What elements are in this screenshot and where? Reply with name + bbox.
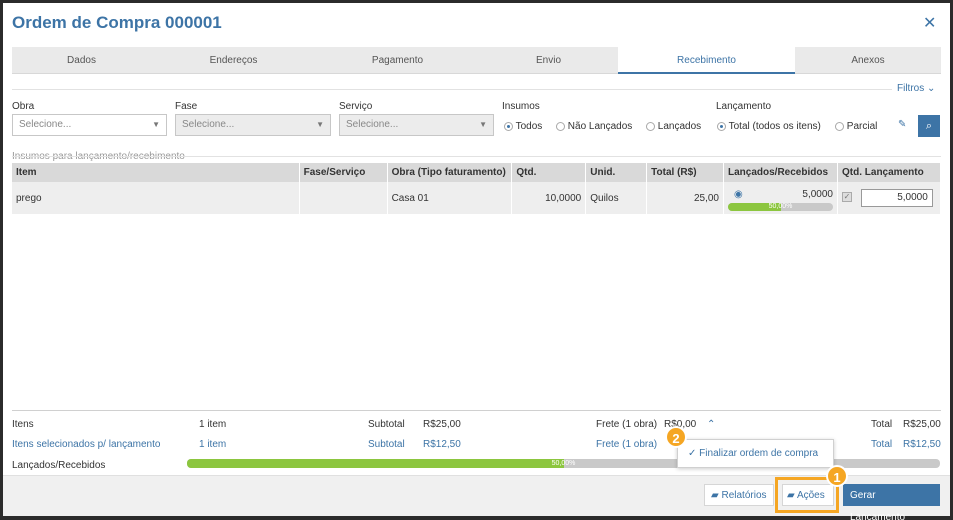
dialog-title: Ordem de Compra 000001	[12, 13, 222, 32]
tab-anexos[interactable]: Anexos	[795, 47, 941, 74]
menu-item-finalizar[interactable]: ✓ Finalizar ordem de compra	[688, 440, 823, 467]
insumos-todos-radio[interactable]: Todos	[504, 121, 542, 132]
check-icon: ✓	[688, 448, 697, 459]
tab-enderecos[interactable]: Endereços	[151, 47, 316, 74]
cell-item: prego	[12, 182, 300, 214]
obra-select[interactable]: Selecione... ▼	[12, 114, 167, 136]
sel-subtotal-value: R$12,50	[423, 439, 461, 450]
lancados-value: 5,0000	[802, 188, 833, 200]
sel-total-value: R$12,50	[903, 439, 941, 450]
tab-pagamento[interactable]: Pagamento	[316, 47, 479, 74]
chevron-up-icon[interactable]: ⌃	[707, 419, 715, 430]
servico-label: Serviço	[339, 101, 373, 112]
annotation-badge-1: 1	[826, 465, 848, 487]
insumos-nao-lancados-radio[interactable]: Não Lançados	[556, 121, 632, 132]
actions-menu: ✓ Finalizar ordem de compra	[677, 439, 834, 468]
lancados-label: Lançados/Recebidos	[12, 460, 106, 471]
sel-frete-label: Frete (1 obra)	[596, 439, 658, 450]
col-lancados[interactable]: Lançados/Recebidos	[723, 163, 838, 182]
tab-bar: Dados Endereços Pagamento Envio Recebime…	[12, 47, 941, 74]
col-total[interactable]: Total (R$)	[646, 163, 724, 182]
sel-itens: 1 item	[199, 439, 227, 450]
cell-total: 25,00	[646, 182, 724, 214]
filters-toggle[interactable]: Filtros ⌄	[897, 83, 935, 94]
close-icon[interactable]: ✕	[923, 13, 936, 33]
gerar-lancamento-button[interactable]: Gerar Lançamento	[843, 484, 940, 520]
frete-label: Frete (1 obra)	[596, 419, 658, 430]
caret-down-icon: ▼	[479, 120, 487, 129]
subtotal-value: R$25,00	[423, 419, 461, 430]
cell-unid: Quilos	[585, 182, 648, 214]
summary-divider	[12, 410, 941, 411]
tab-recebimento[interactable]: Recebimento	[618, 47, 795, 74]
table-row[interactable]: prego Casa 01 10,0000 Quilos 25,00 ◉ 5,0…	[12, 182, 941, 214]
total-value: R$25,00	[903, 419, 941, 430]
cell-fase	[299, 182, 388, 214]
caret-down-icon: ▼	[152, 120, 160, 129]
search-button[interactable]: ⌕	[918, 115, 940, 137]
sel-label: Itens selecionados p/ lançamento	[12, 439, 161, 450]
subtotal-label: Subtotal	[368, 419, 405, 430]
itens-value: 1 item	[199, 419, 227, 430]
clear-filters-icon[interactable]: ✎	[898, 119, 906, 130]
insumos-lancados-radio[interactable]: Lançados	[646, 121, 701, 132]
filter-divider	[12, 89, 892, 90]
row-progress-bar: 50,00%	[728, 203, 833, 211]
servico-select[interactable]: Selecione... ▼	[339, 114, 494, 136]
cell-qtd: 10,0000	[511, 182, 587, 214]
items-table: Item Fase/Serviço Obra (Tipo faturamento…	[12, 163, 941, 214]
section-divider	[12, 156, 941, 157]
qtd-lancamento-input[interactable]: 5,0000	[860, 189, 933, 207]
search-icon: ⌕	[925, 120, 933, 132]
col-item[interactable]: Item	[12, 163, 300, 182]
lancamento-label: Lançamento	[716, 101, 772, 112]
row-progress-label: 50,00%	[768, 203, 793, 210]
fase-select[interactable]: Selecione... ▼	[175, 114, 331, 136]
report-icon: ▰	[711, 490, 719, 501]
obra-label: Obra	[12, 101, 35, 112]
col-qtd[interactable]: Qtd.	[511, 163, 587, 182]
cell-qtd-lancamento: ✓ 5,0000	[837, 182, 941, 214]
tab-dados[interactable]: Dados	[12, 47, 151, 74]
col-unid[interactable]: Unid.	[585, 163, 648, 182]
tab-envio[interactable]: Envio	[479, 47, 618, 74]
lancamento-total-radio[interactable]: Total (todos os itens)	[717, 121, 821, 132]
fase-label: Fase	[175, 101, 198, 112]
eye-icon[interactable]: ◉	[728, 189, 743, 200]
sel-total-label: Total	[871, 439, 893, 450]
insumos-label: Insumos	[502, 101, 540, 112]
purchase-order-dialog: Ordem de Compra 000001 ✕ Dados Endereços…	[3, 3, 950, 520]
row-checkbox[interactable]: ✓	[842, 192, 852, 203]
itens-label: Itens	[12, 419, 34, 430]
caret-down-icon: ▼	[316, 120, 324, 129]
annotation-badge-2: 2	[665, 426, 687, 448]
chevron-down-icon: ⌄	[927, 83, 936, 94]
acoes-button[interactable]: ▰ Ações	[782, 484, 834, 506]
total-label: Total	[871, 419, 893, 430]
cell-obra: Casa 01	[387, 182, 513, 214]
col-fase[interactable]: Fase/Serviço	[299, 163, 388, 182]
sel-subtotal-label: Subtotal	[368, 439, 405, 450]
cell-lancados: ◉ 5,0000 50,00%	[723, 182, 838, 214]
col-obra[interactable]: Obra (Tipo faturamento)	[387, 163, 513, 182]
lancamento-parcial-radio[interactable]: Parcial	[835, 121, 877, 132]
tag-icon: ▰	[787, 490, 795, 501]
table-header: Item Fase/Serviço Obra (Tipo faturamento…	[12, 163, 941, 182]
col-qtd-lancamento[interactable]: Qtd. Lançamento	[837, 163, 941, 182]
relatorios-button[interactable]: ▰ Relatórios	[704, 484, 774, 506]
